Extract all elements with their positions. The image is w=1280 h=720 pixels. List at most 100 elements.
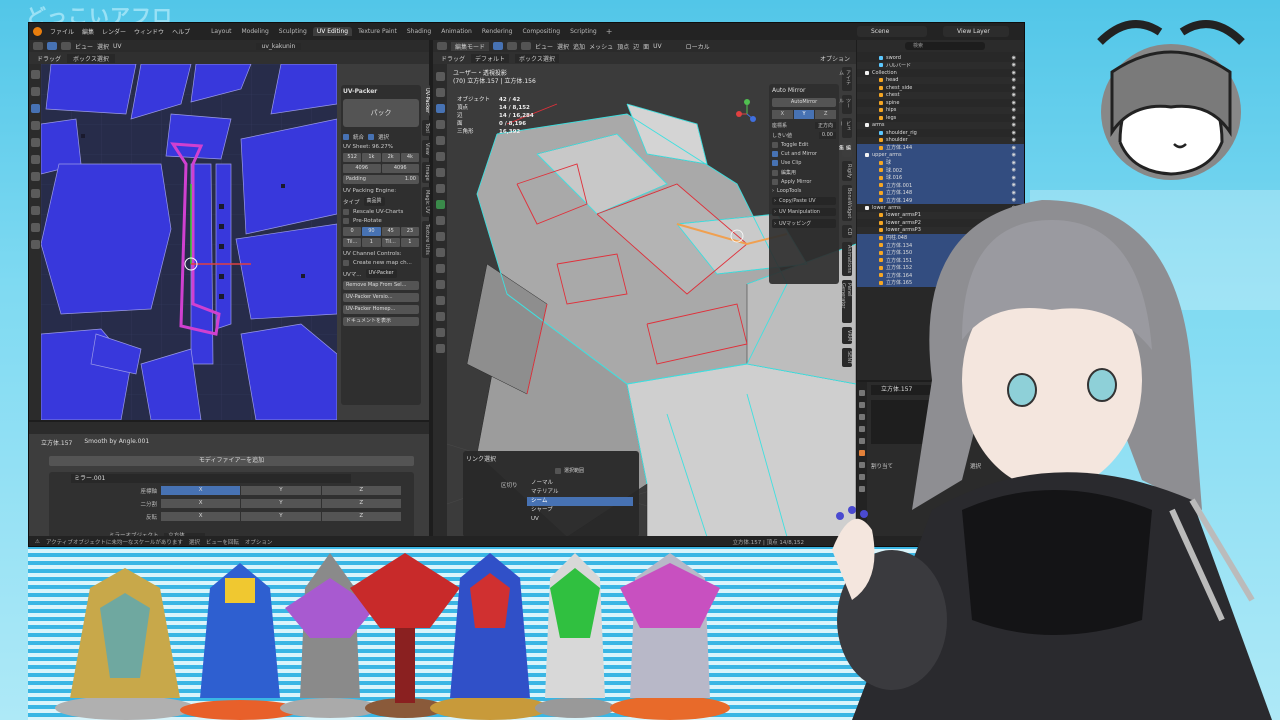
tile-x-field[interactable]: 1: [362, 238, 381, 247]
edit-mode-checkbox[interactable]: [772, 169, 778, 176]
vp-cursor-tool-icon[interactable]: [435, 88, 445, 97]
outliner-item[interactable]: shoulder_rig ◉: [857, 129, 1024, 137]
tab-animation[interactable]: Animation: [437, 27, 476, 36]
delimit-seam[interactable]: シーム: [527, 497, 633, 506]
uv-menu-select[interactable]: 選択: [97, 42, 109, 51]
tab-uv-editing[interactable]: UV Editing: [312, 27, 353, 36]
rot-23-button[interactable]: 23: [400, 227, 419, 236]
scene-selector[interactable]: Scene: [857, 26, 927, 37]
vp-smooth-tool-icon[interactable]: [435, 312, 445, 321]
merge-checkbox[interactable]: [343, 134, 349, 140]
vp-polybuild-tool-icon[interactable]: [435, 280, 445, 289]
options-menu[interactable]: オプション: [820, 54, 850, 63]
move-tool-icon[interactable]: [30, 104, 40, 113]
toggle-edit-checkbox[interactable]: [772, 142, 778, 148]
vp-menu-face[interactable]: 面: [643, 42, 649, 51]
box-select-dropdown[interactable]: ボックス選択: [67, 53, 115, 63]
docs-button[interactable]: ドキュメントを表示: [343, 317, 419, 326]
threshold-field[interactable]: 0.00: [818, 132, 836, 139]
use-clip-checkbox[interactable]: [772, 160, 778, 166]
vp-extrude-tool-icon[interactable]: [435, 200, 445, 209]
vp-menu-vertex[interactable]: 頂点: [617, 42, 629, 51]
outliner-item[interactable]: sword ◉: [857, 54, 1024, 62]
vp-select-tool-icon[interactable]: [435, 72, 445, 81]
tab-compositing[interactable]: Compositing: [518, 27, 564, 36]
outliner-item[interactable]: 球 ◉: [857, 159, 1024, 167]
vp-annotate-tool-icon[interactable]: [435, 168, 445, 177]
transform-tool-icon[interactable]: [30, 155, 40, 164]
vertex-mode-icon[interactable]: [493, 42, 504, 50]
visibility-eye-icon[interactable]: ◉: [1012, 107, 1016, 113]
annotate-tool-icon[interactable]: [30, 172, 40, 181]
grab-tool-icon[interactable]: [30, 206, 40, 215]
cursor-tool-icon[interactable]: [30, 70, 40, 79]
select-mode-icon[interactable]: [47, 42, 57, 50]
select-checkbox[interactable]: [368, 134, 375, 140]
tab-view-2[interactable]: ビュー: [838, 118, 852, 138]
rot-0-button[interactable]: 0: [343, 227, 362, 236]
add-modifier-button[interactable]: モディファイアーを追加: [49, 456, 414, 466]
vp-spin-tool-icon[interactable]: [435, 296, 445, 305]
visibility-eye-icon[interactable]: ◉: [1012, 122, 1016, 128]
tab-texture-paint[interactable]: Texture Paint: [354, 27, 401, 36]
outliner-item[interactable]: 立方体.144 ◉: [857, 144, 1024, 152]
visibility-eye-icon[interactable]: ◉: [1012, 85, 1016, 91]
vp-menu-view[interactable]: ビュー: [535, 42, 553, 51]
menu-help[interactable]: ヘルプ: [169, 27, 193, 36]
vp-knife-tool-icon[interactable]: [435, 264, 445, 273]
prerotate-checkbox[interactable]: [343, 218, 349, 224]
visibility-eye-icon[interactable]: ◉: [1012, 62, 1016, 68]
vp-rip-tool-icon[interactable]: [435, 344, 445, 353]
visibility-eye-icon[interactable]: ◉: [1012, 167, 1016, 173]
navigation-gizmo[interactable]: [736, 99, 756, 122]
tab-shading[interactable]: Shading: [403, 27, 435, 36]
create-map-checkbox[interactable]: [343, 260, 349, 266]
sync-icon[interactable]: [61, 42, 71, 50]
outliner-item[interactable]: shoulder ◉: [857, 136, 1024, 144]
bisect-y-toggle[interactable]: Y: [241, 499, 321, 508]
rotate-tool-icon[interactable]: [30, 121, 40, 130]
blender-logo-icon[interactable]: [33, 27, 42, 36]
menu-file[interactable]: ファイル: [47, 27, 77, 36]
size-2k-button[interactable]: 2k: [381, 153, 400, 162]
outliner-item[interactable]: upper_arms ◉: [857, 151, 1024, 159]
rip-tool-icon[interactable]: [30, 189, 40, 198]
tab-view[interactable]: View: [422, 139, 430, 158]
vp-transform-tool-icon[interactable]: [435, 152, 445, 161]
vp-bevel-tool-icon[interactable]: [435, 232, 445, 241]
vp-loopcut-tool-icon[interactable]: [435, 248, 445, 257]
width-field[interactable]: 4096: [343, 164, 381, 173]
visibility-eye-icon[interactable]: ◉: [1012, 137, 1016, 143]
visibility-eye-icon[interactable]: ◉: [1012, 130, 1016, 136]
axis-y-toggle[interactable]: Y: [241, 486, 321, 495]
outliner-item[interactable]: spine ◉: [857, 99, 1024, 107]
popup-select-checkbox[interactable]: [555, 467, 561, 474]
mirror-x-toggle[interactable]: X: [772, 110, 793, 119]
vp-move-tool-icon[interactable]: [435, 104, 445, 113]
uv-menu-view[interactable]: ビュー: [75, 42, 93, 51]
uv-canvas[interactable]: [41, 64, 337, 420]
tab-scripting[interactable]: Scripting: [566, 27, 601, 36]
visibility-eye-icon[interactable]: ◉: [1012, 92, 1016, 98]
bisect-x-toggle[interactable]: X: [161, 499, 241, 508]
rescale-checkbox[interactable]: [343, 209, 349, 215]
visibility-eye-icon[interactable]: ◉: [1012, 152, 1016, 158]
outliner-item[interactable]: ハルバード ◉: [857, 61, 1024, 69]
outliner-item[interactable]: 球.002 ◉: [857, 166, 1024, 174]
type-dropdown[interactable]: 高品質: [363, 197, 385, 206]
visibility-eye-icon[interactable]: ◉: [1012, 55, 1016, 61]
vp-menu-mesh[interactable]: メッシュ: [589, 42, 613, 51]
delimit-sharp[interactable]: シャープ: [527, 506, 633, 515]
padding-field[interactable]: Padding 1.00: [343, 175, 419, 184]
vp-scale-tool-icon[interactable]: [435, 136, 445, 145]
tab-texture-utils[interactable]: Texture Utils: [422, 220, 430, 258]
face-mode-icon[interactable]: [521, 42, 532, 50]
cut-mirror-checkbox[interactable]: [772, 151, 778, 157]
flip-x-toggle[interactable]: X: [161, 512, 241, 521]
tab-uv-packer[interactable]: UV-Packer: [422, 85, 430, 117]
tab-modeling[interactable]: Modeling: [237, 27, 272, 36]
outliner-item[interactable]: Collection ◉: [857, 69, 1024, 77]
relax-tool-icon[interactable]: [30, 223, 40, 232]
rot-45-button[interactable]: 45: [381, 227, 400, 236]
orientation-dropdown[interactable]: 正方向: [814, 122, 836, 129]
